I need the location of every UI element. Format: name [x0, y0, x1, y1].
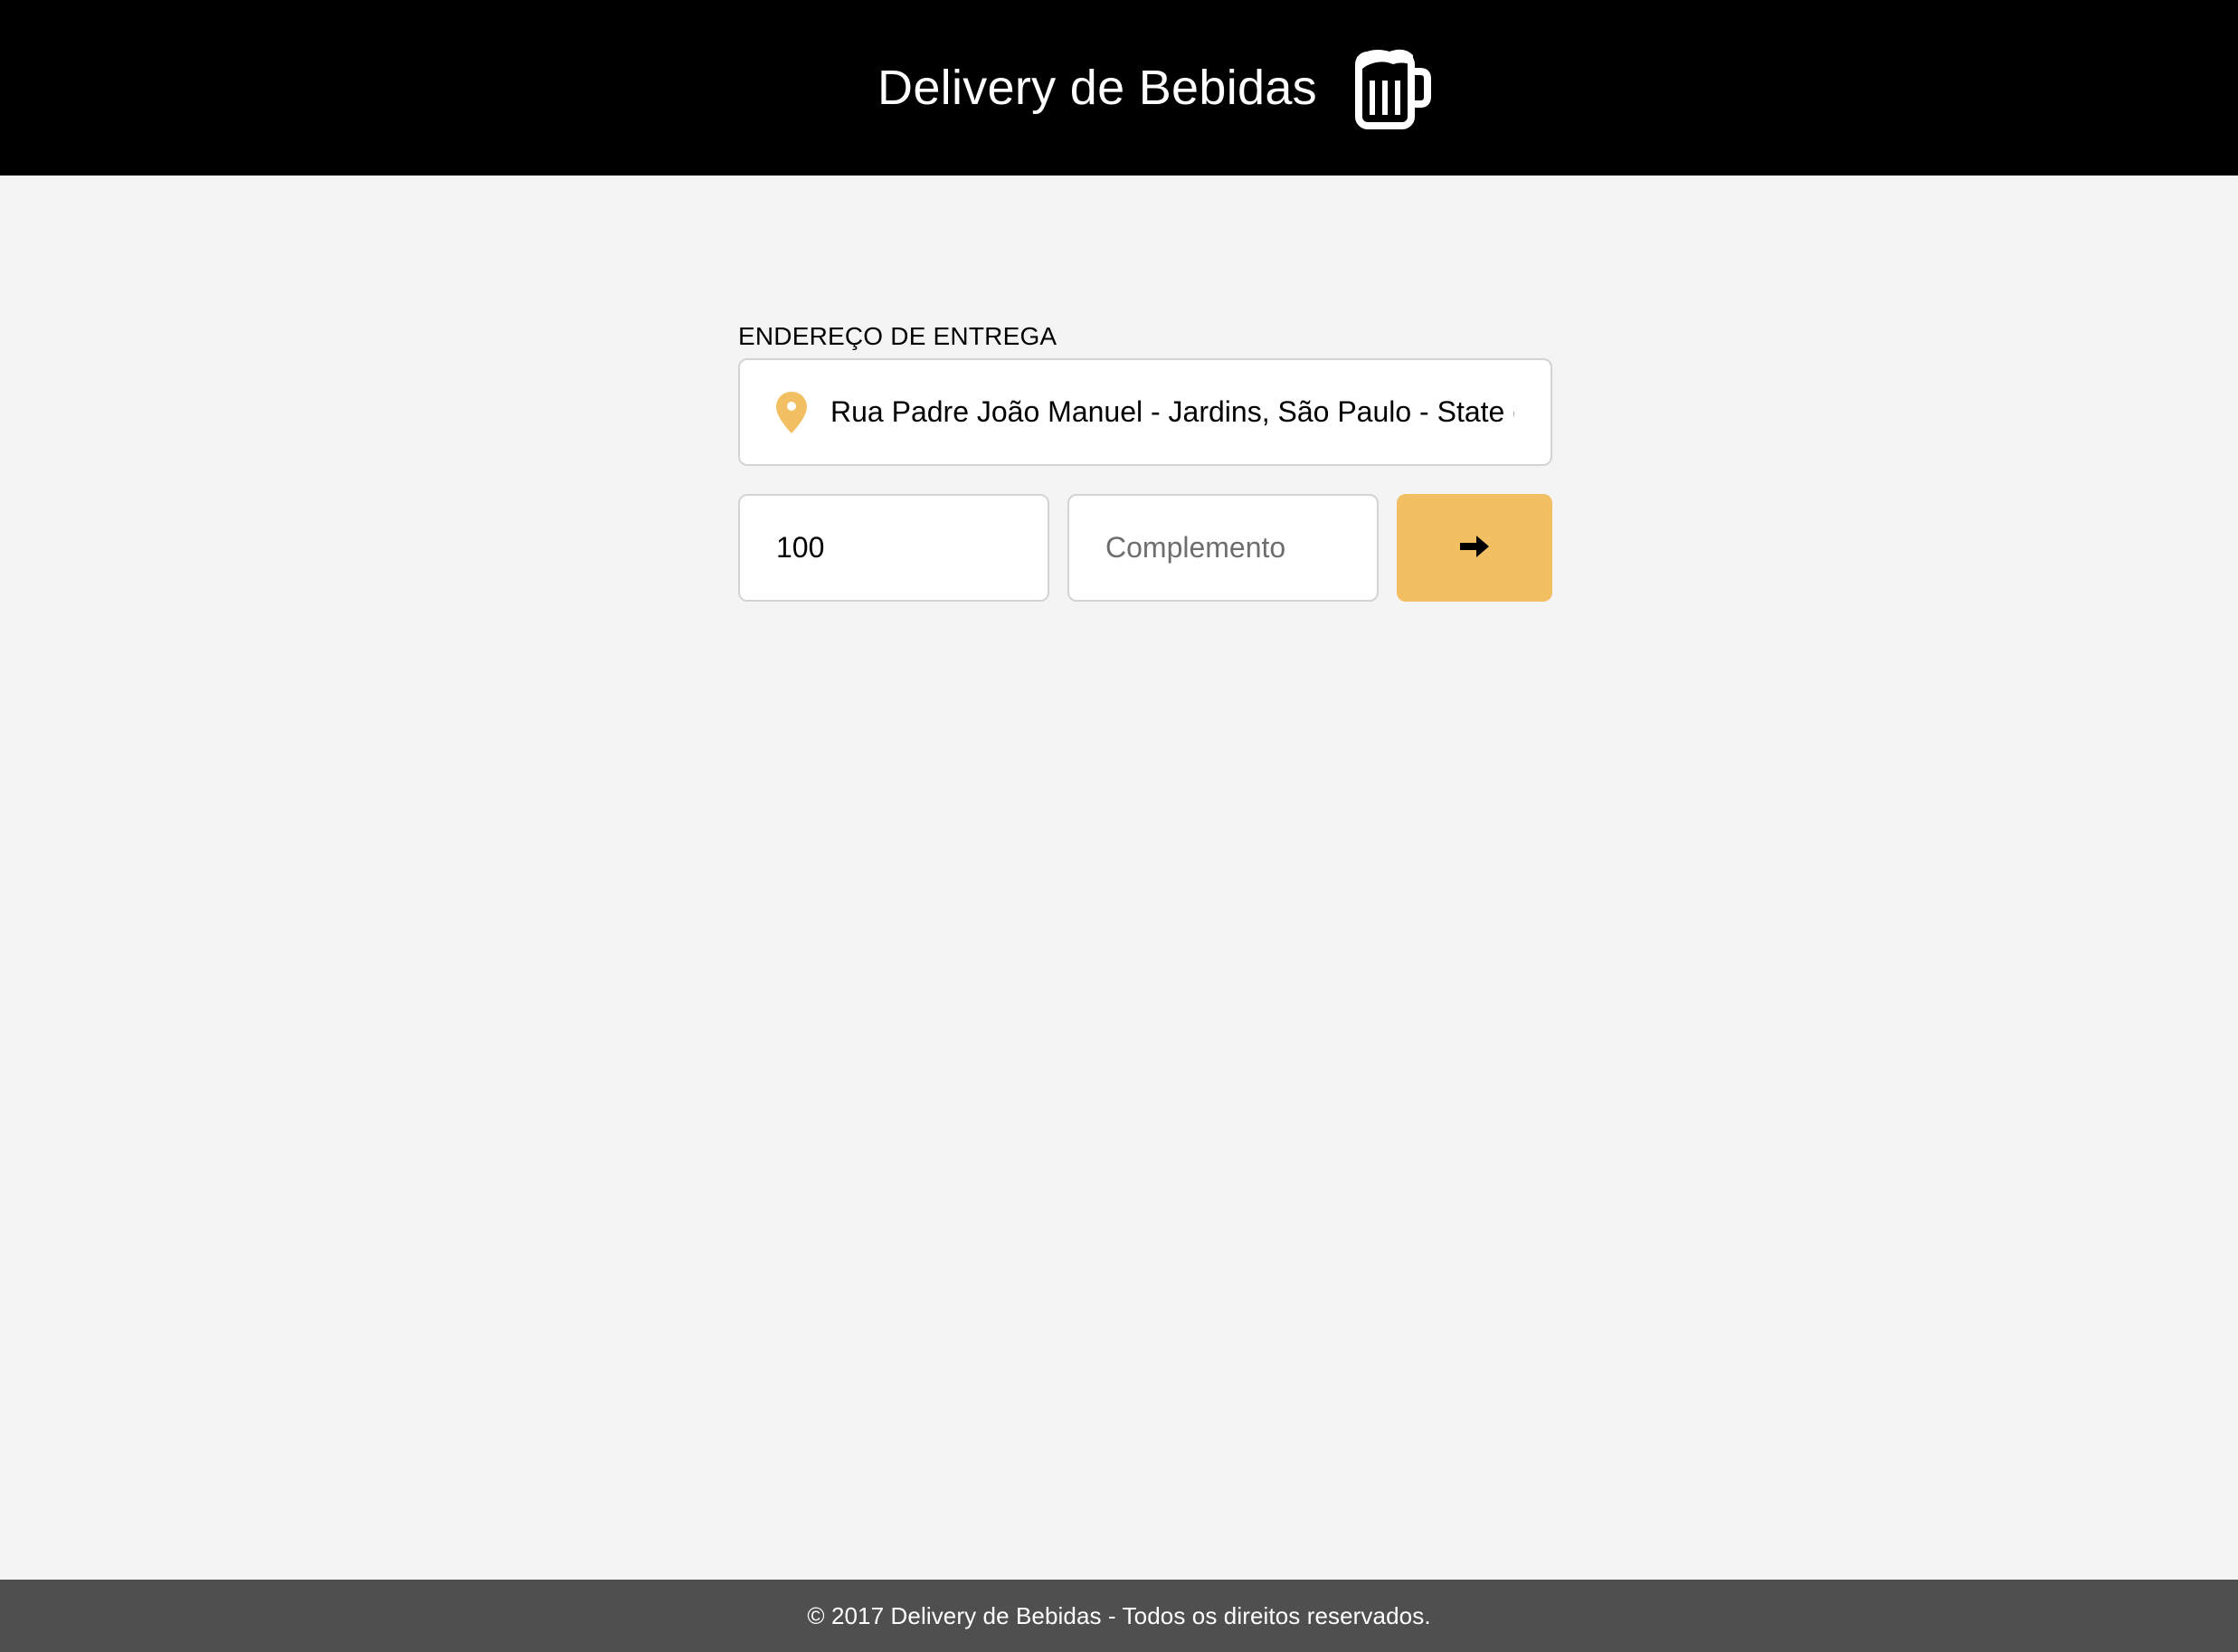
page: Delivery de Bebidas ENDEREÇO DE ENTREGA — [0, 0, 2238, 1652]
address-input[interactable]: Rua Padre João Manuel - Jardins, São Pau… — [738, 358, 1552, 466]
submit-button[interactable] — [1397, 494, 1552, 602]
address-value: Rua Padre João Manuel - Jardins, São Pau… — [830, 395, 1514, 428]
number-input[interactable] — [738, 494, 1049, 602]
brand: Delivery de Bebidas — [877, 44, 1433, 131]
address-details-row — [738, 494, 1552, 602]
beer-mug-icon — [1353, 44, 1433, 131]
address-label: ENDEREÇO DE ENTREGA — [738, 322, 1057, 350]
app-title: Delivery de Bebidas — [877, 61, 1317, 115]
arrow-right-icon — [1458, 532, 1491, 564]
header-bar: Delivery de Bebidas — [0, 0, 2238, 176]
copyright-text: © 2017 Delivery de Bebidas - Todos os di… — [807, 1601, 1431, 1629]
delivery-address-form: ENDEREÇO DE ENTREGA Rua Padre João Manue… — [738, 318, 1552, 602]
footer: © 2017 Delivery de Bebidas - Todos os di… — [0, 1580, 2238, 1652]
complement-input[interactable] — [1067, 494, 1379, 602]
map-pin-icon — [774, 390, 809, 435]
